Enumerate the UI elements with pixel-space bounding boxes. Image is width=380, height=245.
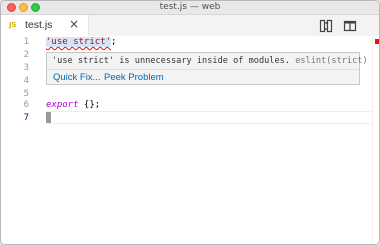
tab-label: test.js xyxy=(25,19,53,31)
tab-bar: JS test.js × xyxy=(1,15,379,36)
lint-hover-widget: 'use strict' is unnecessary inside of mo… xyxy=(46,52,368,85)
error-marker xyxy=(375,39,379,44)
hover-message-row: 'use strict' is unnecessary inside of mo… xyxy=(52,56,368,66)
line-number: 6 xyxy=(23,100,29,110)
split-editor-icon[interactable] xyxy=(343,19,357,33)
line-number: 2 xyxy=(23,50,29,60)
line-number: 1 xyxy=(23,37,29,47)
current-line-highlight xyxy=(46,111,371,124)
code-line-6[interactable]: export {}; xyxy=(46,99,100,112)
javascript-file-icon: JS xyxy=(9,21,17,29)
hover-divider xyxy=(47,69,359,70)
peek-problem-link[interactable]: Peek Problem xyxy=(104,72,164,83)
code-line-1[interactable]: 'use strict'; xyxy=(46,36,116,49)
close-icon[interactable]: × xyxy=(69,17,79,31)
semicolon: ; xyxy=(111,37,117,47)
export-body: {}; xyxy=(78,100,101,110)
use-strict-string[interactable]: 'use strict' xyxy=(46,37,112,47)
editor-window: test.js — web JS test.js × 1 2 3 4 5 6 7… xyxy=(0,0,380,245)
hover-source: eslint(strict) xyxy=(295,56,368,66)
hover-message: 'use strict' is unnecessary inside of mo… xyxy=(52,56,290,66)
text-cursor xyxy=(46,112,51,123)
quick-fix-link[interactable]: Quick Fix... xyxy=(53,72,101,83)
title-bar: test.js — web xyxy=(1,1,379,15)
line-number: 3 xyxy=(23,63,29,73)
line-number: 4 xyxy=(23,76,29,86)
window-title: test.js — web xyxy=(159,2,221,12)
export-keyword: export xyxy=(46,100,79,110)
compare-changes-icon[interactable] xyxy=(319,19,333,33)
overview-ruler[interactable] xyxy=(372,36,379,244)
line-number-active: 7 xyxy=(23,113,29,123)
tab-test-js[interactable]: JS test.js × xyxy=(1,15,89,36)
code-editor[interactable]: 1 2 3 4 5 6 7 'use strict'; export {}; '… xyxy=(1,36,379,244)
